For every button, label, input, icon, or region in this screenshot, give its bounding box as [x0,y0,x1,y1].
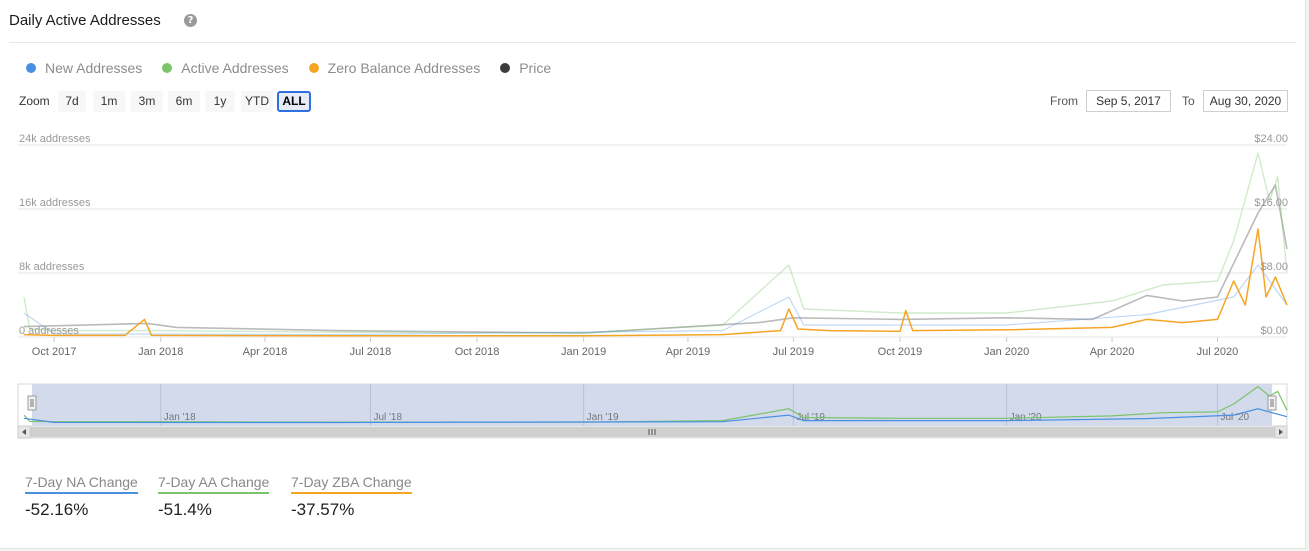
zoom-1y-button[interactable]: 1y [205,91,235,112]
x-tick-label: Oct 2019 [878,346,923,358]
chart-card: Daily Active Addresses ? New Addresses A… [0,0,1306,549]
navigator-tick-label: Jul '18 [373,412,402,423]
y-left-tick-label: 8k addresses [19,261,85,273]
new-addresses-dot-icon [26,63,36,73]
y-left-tick-label: 24k addresses [19,133,91,145]
zoom-ytd-button[interactable]: YTD [241,91,273,112]
to-date-input[interactable]: Aug 30, 2020 [1203,90,1288,112]
x-tick-label: Jan 2018 [138,346,183,358]
x-tick-label: Apr 2019 [666,346,711,358]
x-tick-label: Apr 2020 [1090,346,1135,358]
x-tick-label: Jul 2019 [773,346,815,358]
stat-value: -37.57% [291,500,355,519]
zoom-all-button[interactable]: ALL [277,91,311,112]
stat-value: -51.4% [158,500,212,519]
series-new-addresses-line [23,264,1288,336]
help-icon[interactable]: ? [184,14,197,27]
zoom-3m-button[interactable]: 3m [131,91,163,112]
legend-new-addresses[interactable]: New Addresses [26,58,142,78]
navigator-handle [27,395,37,411]
y-right-tick-label: $16.00 [1254,197,1288,209]
stat-label: 7-Day AA Change [158,474,270,494]
x-tick-label: Apr 2018 [243,346,288,358]
series-active-addresses-line [23,152,1288,334]
zoom-label: Zoom [19,94,50,108]
stat-label: 7-Day ZBA Change [291,474,412,494]
x-tick-label: Jan 2019 [561,346,606,358]
x-tick-label: Jul 2018 [350,346,392,358]
legend-price[interactable]: Price [500,58,551,78]
from-label: From [1050,94,1078,108]
y-right-tick-label: $8.00 [1260,261,1288,273]
legend-label: Price [519,60,552,76]
series-zero-balance-line [23,228,1288,337]
stat-value: -52.16% [25,500,89,519]
legend-label: Zero Balance Addresses [327,60,481,76]
zoom-1m-button[interactable]: 1m [93,91,125,112]
x-tick-label: Oct 2017 [32,346,77,358]
stat-na-change: 7-Day NA Change -52.16% [25,474,138,520]
stat-aa-change: 7-Day AA Change -51.4% [158,474,270,520]
navigator-handle [1267,395,1277,411]
page-title: Daily Active Addresses [9,12,161,29]
stat-zba-change: 7-Day ZBA Change -37.57% [291,474,412,520]
zoom-6m-button[interactable]: 6m [168,91,200,112]
price-dot-icon [500,63,511,73]
x-tick-label: Oct 2018 [455,346,500,358]
zoom-7d-button[interactable]: 7d [58,91,86,112]
x-tick-label: Jan 2020 [984,346,1029,358]
legend-zero-balance-addresses[interactable]: Zero Balance Addresses [308,58,481,78]
legend-label: New Addresses [45,60,143,76]
legend: New Addresses Active Addresses Zero Bala… [26,58,571,78]
y-right-tick-label: $24.00 [1254,133,1288,145]
from-date-input[interactable]: Sep 5, 2017 [1086,90,1171,112]
chart-svg[interactable]: 0 addresses $0.00 8k addresses $8.00 16k add… [0,125,1305,445]
to-label: To [1182,94,1195,108]
y-right-tick-label: $0.00 [1260,325,1288,337]
legend-active-addresses[interactable]: Active Addresses [162,58,289,78]
x-tick-label: Jul 2020 [1197,346,1239,358]
divider [9,42,1296,43]
navigator-tick-label: Jul '20 [1220,412,1249,423]
active-addresses-dot-icon [162,63,173,73]
legend-label: Active Addresses [181,60,289,76]
series-price-line [23,184,1288,334]
y-left-tick-label: 16k addresses [19,197,91,209]
y-left-tick-label: 0 addresses [19,325,79,337]
zero-balance-dot-icon [308,63,319,73]
stat-label: 7-Day NA Change [25,474,138,494]
